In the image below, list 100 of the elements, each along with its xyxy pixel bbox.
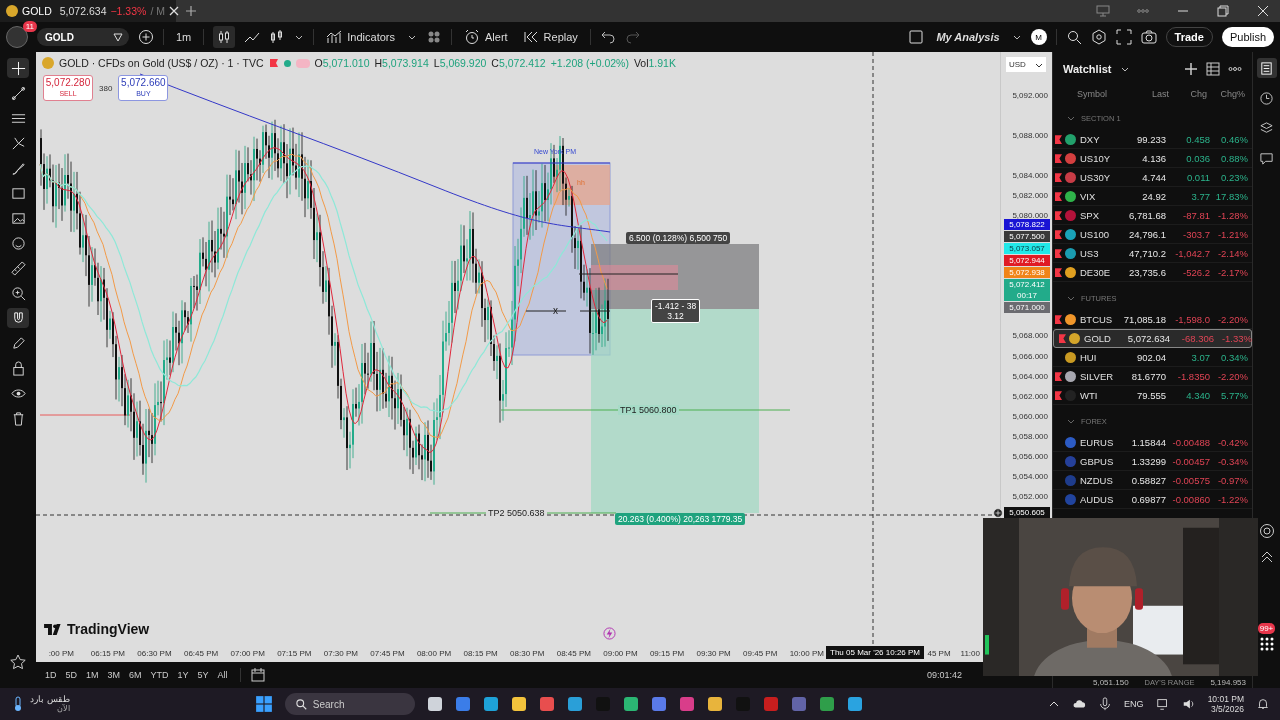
watchlist-row[interactable]: US30Y 4.744 0.011 0.23% [1053, 168, 1252, 187]
flag-icon[interactable] [1059, 334, 1066, 343]
chevron-icon[interactable] [1067, 114, 1075, 122]
flag-icon[interactable] [1055, 371, 1062, 381]
column-header[interactable]: Chg% [1207, 89, 1245, 99]
watchlist-row[interactable]: US3 47,710.2 -1,042.7 -2.14% [1053, 244, 1252, 263]
flag-icon[interactable] [1055, 229, 1062, 239]
flag-icon[interactable] [1055, 153, 1062, 163]
list-icon[interactable] [1256, 58, 1277, 78]
camera-icon[interactable] [1140, 29, 1157, 45]
range-button[interactable]: 5Y [194, 668, 212, 682]
replay-button[interactable]: Replay [519, 27, 581, 47]
watchlist-row[interactable]: DXY 99.233 0.458 0.46% [1053, 130, 1252, 149]
grid-icon[interactable] [1258, 636, 1275, 652]
user-avatar[interactable] [6, 26, 28, 48]
crosshair-tool-icon[interactable] [7, 58, 29, 78]
alert-button[interactable]: Alert [461, 27, 511, 47]
layout-square-icon[interactable] [908, 29, 925, 45]
calendar-icon[interactable] [249, 667, 266, 683]
range-button[interactable]: 1D [42, 668, 60, 682]
flag-icon[interactable] [1055, 172, 1062, 182]
close-icon[interactable] [1256, 4, 1270, 18]
indicators-button[interactable]: Indicators [323, 27, 398, 47]
time-tick: 08:00 PM [415, 649, 453, 658]
restore-icon[interactable] [1216, 4, 1230, 18]
speaker-icon[interactable] [1181, 697, 1196, 711]
watchlist-row[interactable]: SILVER 81.6770 -1.8350 -2.20% [1053, 367, 1252, 386]
taskbar-time[interactable]: 10:01 PM [1207, 694, 1244, 704]
symbol-name: DE30E [1080, 266, 1112, 278]
browser-tab[interactable]: GOLD 5,072.634 −1.33% / M [0, 0, 176, 22]
add-circle-icon[interactable] [138, 29, 154, 45]
close-icon[interactable] [169, 6, 179, 16]
undo-icon[interactable] [599, 29, 616, 45]
add-circle-icon[interactable] [993, 507, 1003, 518]
range-button[interactable]: 1Y [174, 668, 192, 682]
chevron-icon[interactable] [1067, 417, 1075, 425]
network-icon[interactable] [1155, 697, 1170, 711]
search-field[interactable]: Search [284, 693, 415, 715]
templates-grid-icon[interactable] [426, 29, 442, 45]
taskbar-date[interactable]: 3/5/2026 [1210, 704, 1244, 714]
watchlist-row[interactable]: EURUS 1.15844 -0.00488 -0.42% [1053, 433, 1252, 452]
language-indicator[interactable]: ENG [1124, 699, 1144, 709]
symbol-title[interactable]: GOLD · CFDs on Gold (US$ / OZ) · 1 · TVC [59, 57, 264, 69]
watchlist-row[interactable]: GOLD 5,072.634 -68.306 -1.33% [1053, 329, 1252, 348]
flag-icon[interactable] [1055, 210, 1062, 220]
user-initial-avatar[interactable]: M [1030, 29, 1047, 45]
publish-button[interactable]: Publish [1221, 27, 1274, 47]
redo-icon[interactable] [624, 29, 641, 45]
add-icon[interactable] [1184, 62, 1198, 76]
symbol-search-field[interactable]: GOLD [37, 28, 129, 46]
flag-icon[interactable] [1055, 134, 1062, 144]
microphone-icon[interactable] [1098, 697, 1113, 711]
range-button[interactable]: 1M [83, 668, 102, 682]
range-button[interactable]: 6M [126, 668, 145, 682]
column-header[interactable]: Chg [1169, 89, 1207, 99]
rewind-icon [522, 29, 539, 45]
chevron-icon[interactable] [1067, 294, 1075, 302]
lightning-icon[interactable] [603, 627, 616, 640]
flag-icon[interactable] [268, 58, 279, 68]
target-icon[interactable] [1258, 523, 1275, 539]
search-icon[interactable] [1065, 29, 1082, 45]
watchlist-row[interactable]: NZDUS 0.58827 -0.00575 -0.97% [1053, 471, 1252, 490]
candles-icon[interactable] [213, 26, 236, 48]
currency-dropdown[interactable]: USD [1006, 57, 1046, 72]
watchlist-row[interactable]: GBPUS 1.33299 -0.00457 -0.34% [1053, 452, 1252, 471]
clock-time[interactable]: 09:01:42 [926, 670, 962, 680]
flag-icon[interactable] [1055, 267, 1062, 277]
column-header[interactable]: Last [1125, 89, 1169, 99]
bell-icon[interactable] [1256, 697, 1270, 711]
watchlist-row[interactable]: AUDUS 0.69877 -0.00860 -1.22% [1053, 490, 1252, 509]
watchlist-row[interactable]: WTI 79.555 4.340 5.77% [1053, 386, 1252, 405]
cloud-icon[interactable] [1072, 697, 1087, 711]
watchlist-row[interactable]: VIX 24.92 3.77 17.83% [1053, 187, 1252, 206]
watchlist-row[interactable]: US100 24,796.1 -303.7 -1.21% [1053, 225, 1252, 244]
new-tab-icon[interactable] [186, 6, 196, 16]
weather-label[interactable]: طقس بارد [30, 694, 70, 704]
fullscreen-icon[interactable] [1115, 29, 1132, 45]
trade-button[interactable]: Trade [1165, 27, 1213, 47]
column-header[interactable]: Symbol [1063, 89, 1125, 99]
weather-time[interactable]: الآن [30, 704, 70, 714]
interval-button[interactable]: 1m [173, 29, 195, 45]
layout-name-button[interactable]: My Analysis [933, 29, 1003, 45]
watchlist-row[interactable]: US10Y 4.136 0.036 0.88% [1053, 149, 1252, 168]
range-button[interactable]: YTD [147, 668, 172, 682]
flag-icon[interactable] [1055, 191, 1062, 201]
range-button[interactable]: 3M [104, 668, 124, 682]
star-icon[interactable] [10, 654, 26, 670]
flag-icon[interactable] [1055, 390, 1062, 400]
watchlist-row[interactable]: SPX 6,781.68 -87.81 -1.28% [1053, 206, 1252, 225]
windows-logo-icon[interactable] [254, 695, 273, 713]
flag-icon[interactable] [1055, 248, 1062, 258]
settings-icon[interactable] [1090, 29, 1107, 45]
watchlist-row[interactable]: HUI 902.04 3.07 0.34% [1053, 348, 1252, 367]
watchlist-row[interactable]: DE30E 23,735.6 -526.2 -2.17% [1053, 263, 1252, 282]
range-button[interactable]: All [214, 668, 231, 682]
range-button[interactable]: 5D [62, 668, 81, 682]
table-icon[interactable] [1206, 62, 1220, 76]
watchlist-title[interactable]: Watchlist [1063, 63, 1112, 75]
magnet-tool-icon[interactable] [7, 308, 29, 328]
flag-icon[interactable] [1055, 314, 1062, 324]
